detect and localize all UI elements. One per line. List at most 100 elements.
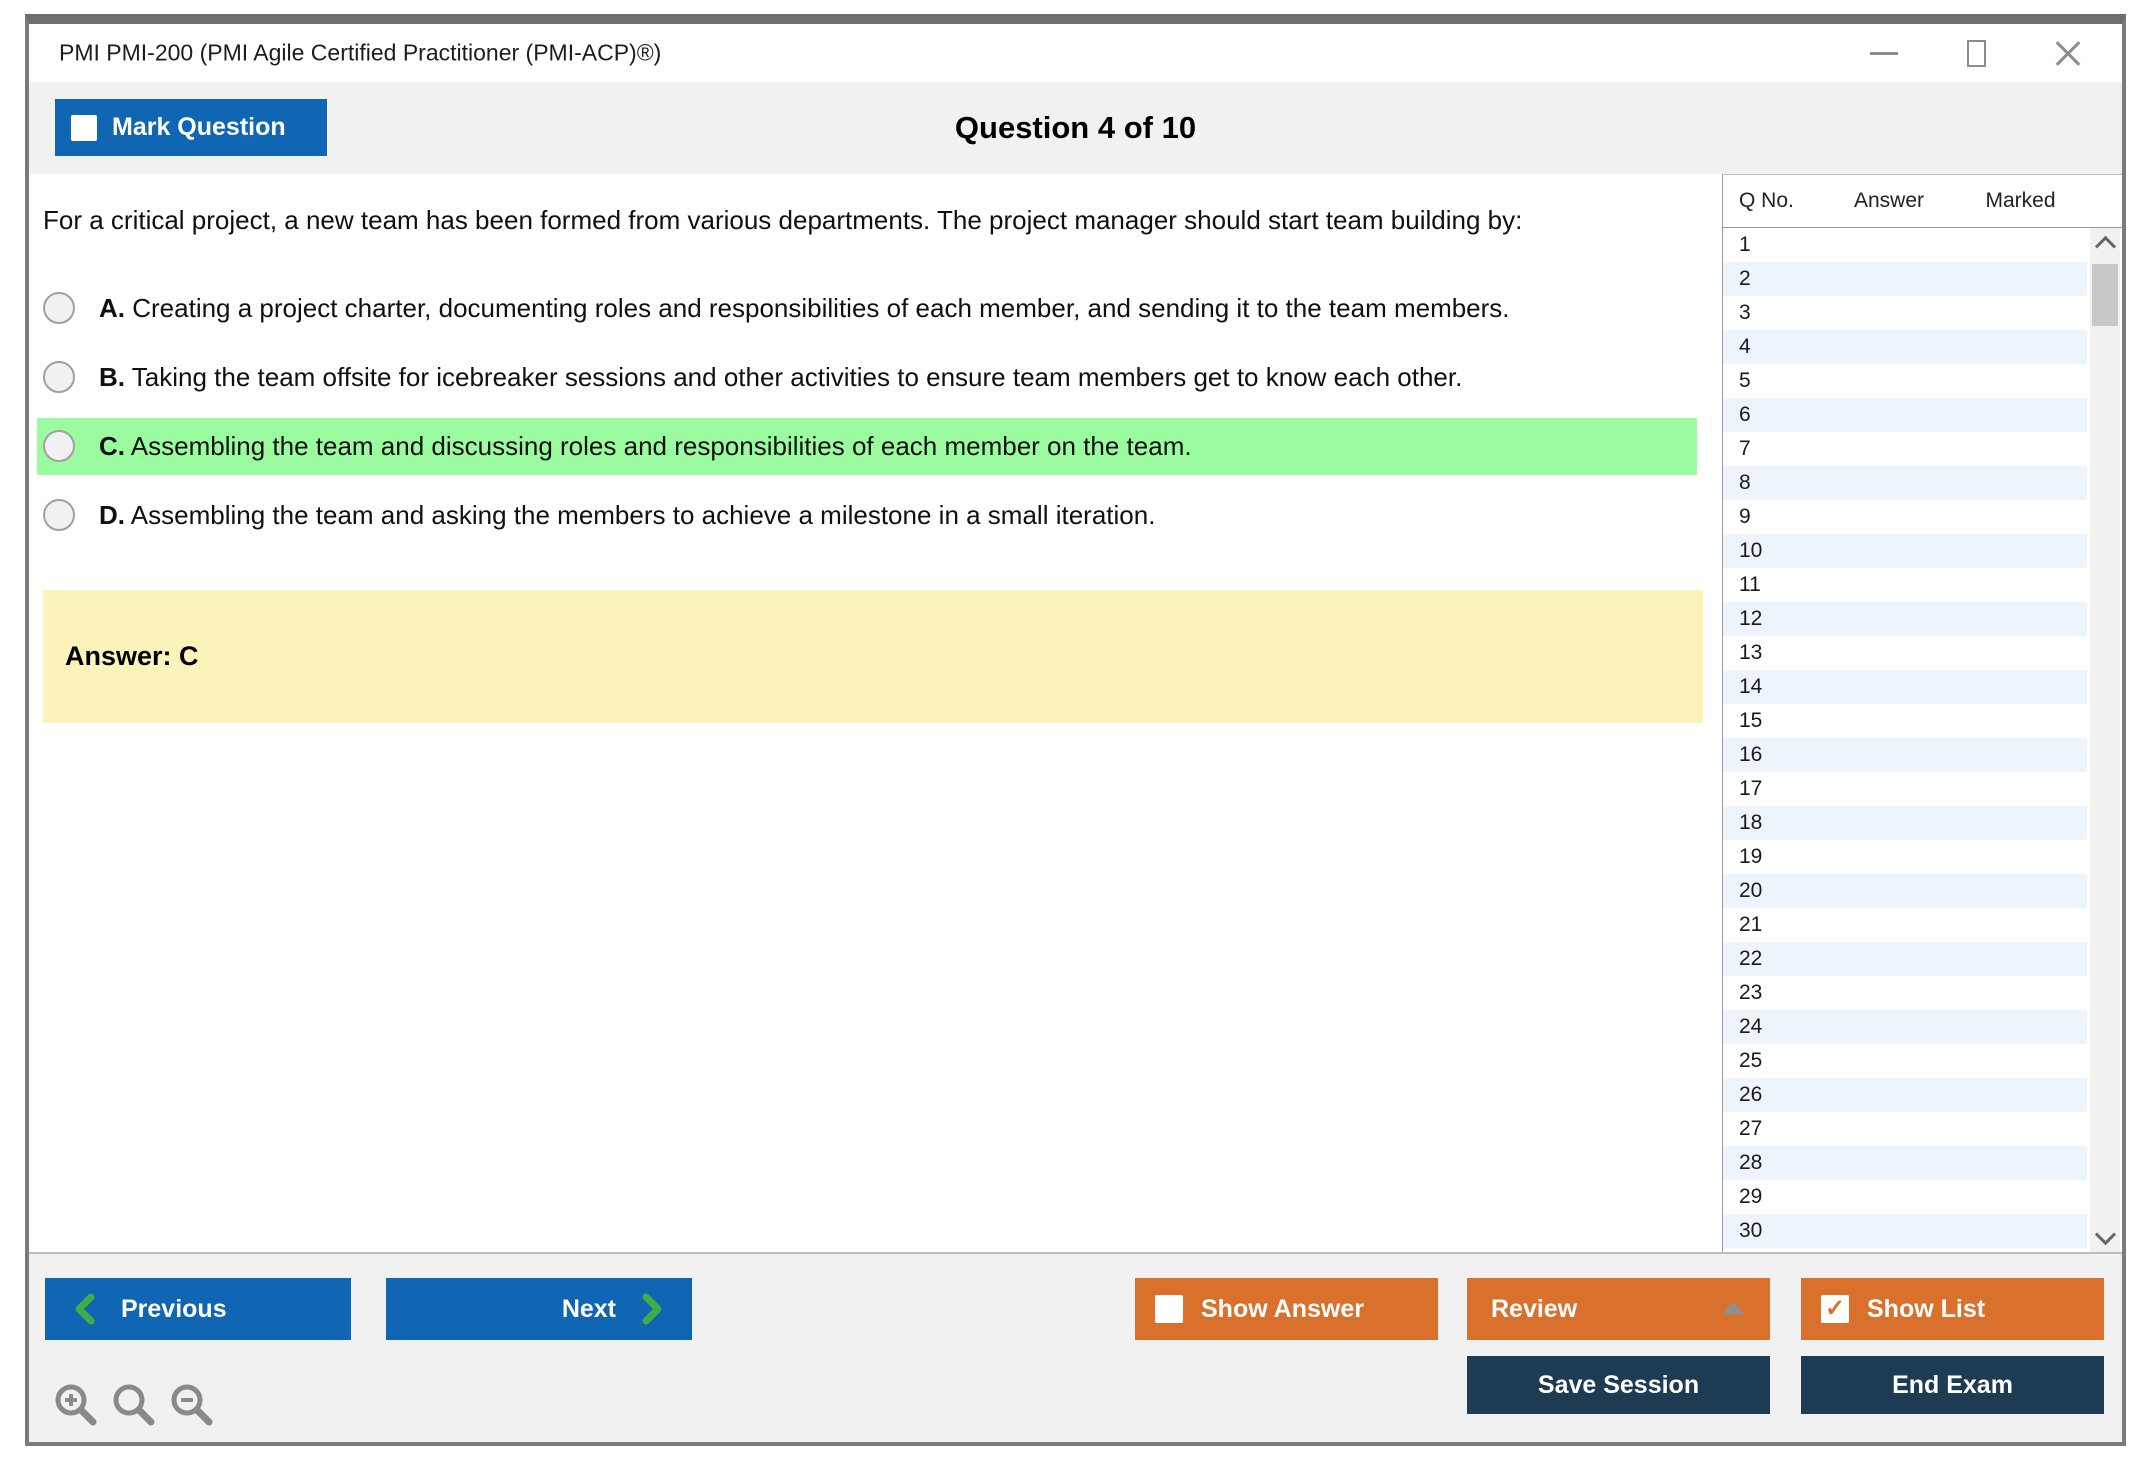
navigator-header: Q No. Answer Marked	[1723, 175, 2122, 228]
question-list: 1 2 3 4 5 6 7 8 9	[1723, 228, 2122, 1248]
qrow-number: 12	[1723, 607, 1819, 631]
option-row[interactable]: C. Assembling the team and discussing ro…	[37, 418, 1697, 475]
qrow-number: 22	[1723, 947, 1819, 971]
qrow-number: 23	[1723, 981, 1819, 1005]
end-exam-label: End Exam	[1892, 1371, 2013, 1400]
scrollbar-up-icon[interactable]	[2090, 228, 2120, 258]
qrow-number: 3	[1723, 301, 1819, 325]
scrollbar-thumb[interactable]	[2092, 264, 2118, 326]
option-radio[interactable]	[43, 292, 75, 324]
navigator-scrollbar[interactable]	[2090, 228, 2120, 1252]
question-list-row[interactable]: 4	[1723, 330, 2087, 364]
chevron-left-icon	[73, 1293, 95, 1325]
next-button[interactable]: Next	[386, 1278, 692, 1340]
question-text: For a critical project, a new team has b…	[43, 202, 1633, 240]
scrollbar-down-icon[interactable]	[2090, 1222, 2120, 1252]
qrow-number: 14	[1723, 675, 1819, 699]
qrow-number: 1	[1723, 233, 1819, 257]
content-area: For a critical project, a new team has b…	[29, 174, 2122, 1252]
qrow-number: 11	[1723, 573, 1819, 597]
question-list-row[interactable]: 2	[1723, 262, 2087, 296]
show-answer-button[interactable]: Show Answer	[1135, 1278, 1438, 1340]
question-list-row[interactable]: 15	[1723, 704, 2087, 738]
option-radio[interactable]	[43, 430, 75, 462]
question-counter: Question 4 of 10	[29, 110, 2122, 146]
question-list-row[interactable]: 26	[1723, 1078, 2087, 1112]
option-radio[interactable]	[43, 361, 75, 393]
question-list-row[interactable]: 7	[1723, 432, 2087, 466]
zoom-tools	[51, 1380, 217, 1430]
qrow-number: 9	[1723, 505, 1819, 529]
chevron-right-icon	[642, 1293, 664, 1325]
show-list-button[interactable]: ✓ Show List	[1801, 1278, 2104, 1340]
option-row[interactable]: A. Creating a project charter, documenti…	[37, 280, 1697, 337]
question-list-row[interactable]: 8	[1723, 466, 2087, 500]
question-list-row[interactable]: 11	[1723, 568, 2087, 602]
close-icon[interactable]	[2052, 37, 2084, 69]
end-exam-button[interactable]: End Exam	[1801, 1356, 2104, 1414]
question-list-row[interactable]: 20	[1723, 874, 2087, 908]
question-list-row[interactable]: 10	[1723, 534, 2087, 568]
qrow-number: 7	[1723, 437, 1819, 461]
question-list-row[interactable]: 5	[1723, 364, 2087, 398]
qrow-number: 26	[1723, 1083, 1819, 1107]
save-session-button[interactable]: Save Session	[1467, 1356, 1770, 1414]
zoom-in-icon[interactable]	[51, 1380, 101, 1430]
option-letter: A.	[99, 293, 125, 323]
title-bar: PMI PMI-200 (PMI Agile Certified Practit…	[29, 24, 2122, 82]
minimize-icon[interactable]	[1868, 37, 1900, 69]
option-letter: B.	[99, 362, 125, 392]
option-text: Creating a project charter, documenting …	[132, 293, 1509, 323]
question-list-row[interactable]: 30	[1723, 1214, 2087, 1248]
question-list-row[interactable]: 3	[1723, 296, 2087, 330]
qrow-number: 4	[1723, 335, 1819, 359]
question-list-row[interactable]: 27	[1723, 1112, 2087, 1146]
qrow-number: 17	[1723, 777, 1819, 801]
question-list-row[interactable]: 6	[1723, 398, 2087, 432]
question-list-row[interactable]: 17	[1723, 772, 2087, 806]
option-text: Assembling the team and asking the membe…	[131, 500, 1156, 530]
show-list-checkbox[interactable]: ✓	[1821, 1295, 1849, 1323]
question-list-row[interactable]: 23	[1723, 976, 2087, 1010]
question-list-row[interactable]: 22	[1723, 942, 2087, 976]
question-list-row[interactable]: 12	[1723, 602, 2087, 636]
option-row[interactable]: B. Taking the team offsite for icebreake…	[37, 349, 1697, 406]
question-list-row[interactable]: 1	[1723, 228, 2087, 262]
option-letter: C.	[99, 431, 125, 461]
option-text: Assembling the team and discussing roles…	[131, 431, 1192, 461]
question-list-row[interactable]: 19	[1723, 840, 2087, 874]
question-list-row[interactable]: 21	[1723, 908, 2087, 942]
question-list-row[interactable]: 24	[1723, 1010, 2087, 1044]
show-answer-checkbox[interactable]	[1155, 1295, 1183, 1323]
qrow-number: 24	[1723, 1015, 1819, 1039]
app-window: PMI PMI-200 (PMI Agile Certified Practit…	[25, 14, 2126, 1446]
qrow-number: 28	[1723, 1151, 1819, 1175]
question-list-row[interactable]: 14	[1723, 670, 2087, 704]
zoom-out-icon[interactable]	[167, 1380, 217, 1430]
question-list-row[interactable]: 28	[1723, 1146, 2087, 1180]
show-answer-label: Show Answer	[1201, 1295, 1364, 1324]
option-body: C. Assembling the team and discussing ro…	[99, 427, 1192, 466]
review-button[interactable]: Review	[1467, 1278, 1770, 1340]
question-list-row[interactable]: 9	[1723, 500, 2087, 534]
option-body: D. Assembling the team and asking the me…	[99, 496, 1155, 535]
question-list-row[interactable]: 29	[1723, 1180, 2087, 1214]
option-row[interactable]: D. Assembling the team and asking the me…	[37, 487, 1697, 544]
footer-bar: Previous Next Show Answer Review ✓	[29, 1252, 2122, 1442]
zoom-reset-icon[interactable]	[109, 1380, 159, 1430]
option-text: Taking the team offsite for icebreaker s…	[132, 362, 1463, 392]
question-list-row[interactable]: 16	[1723, 738, 2087, 772]
qrow-number: 10	[1723, 539, 1819, 563]
question-list-row[interactable]: 25	[1723, 1044, 2087, 1078]
question-list-row[interactable]: 18	[1723, 806, 2087, 840]
maximize-icon[interactable]	[1960, 37, 1992, 69]
qrow-number: 13	[1723, 641, 1819, 665]
column-answer: Answer	[1819, 189, 1959, 213]
qrow-number: 6	[1723, 403, 1819, 427]
option-radio[interactable]	[43, 499, 75, 531]
option-body: B. Taking the team offsite for icebreake…	[99, 358, 1462, 397]
question-list-row[interactable]: 13	[1723, 636, 2087, 670]
previous-button[interactable]: Previous	[45, 1278, 351, 1340]
column-qno: Q No.	[1723, 189, 1819, 213]
qrow-number: 27	[1723, 1117, 1819, 1141]
